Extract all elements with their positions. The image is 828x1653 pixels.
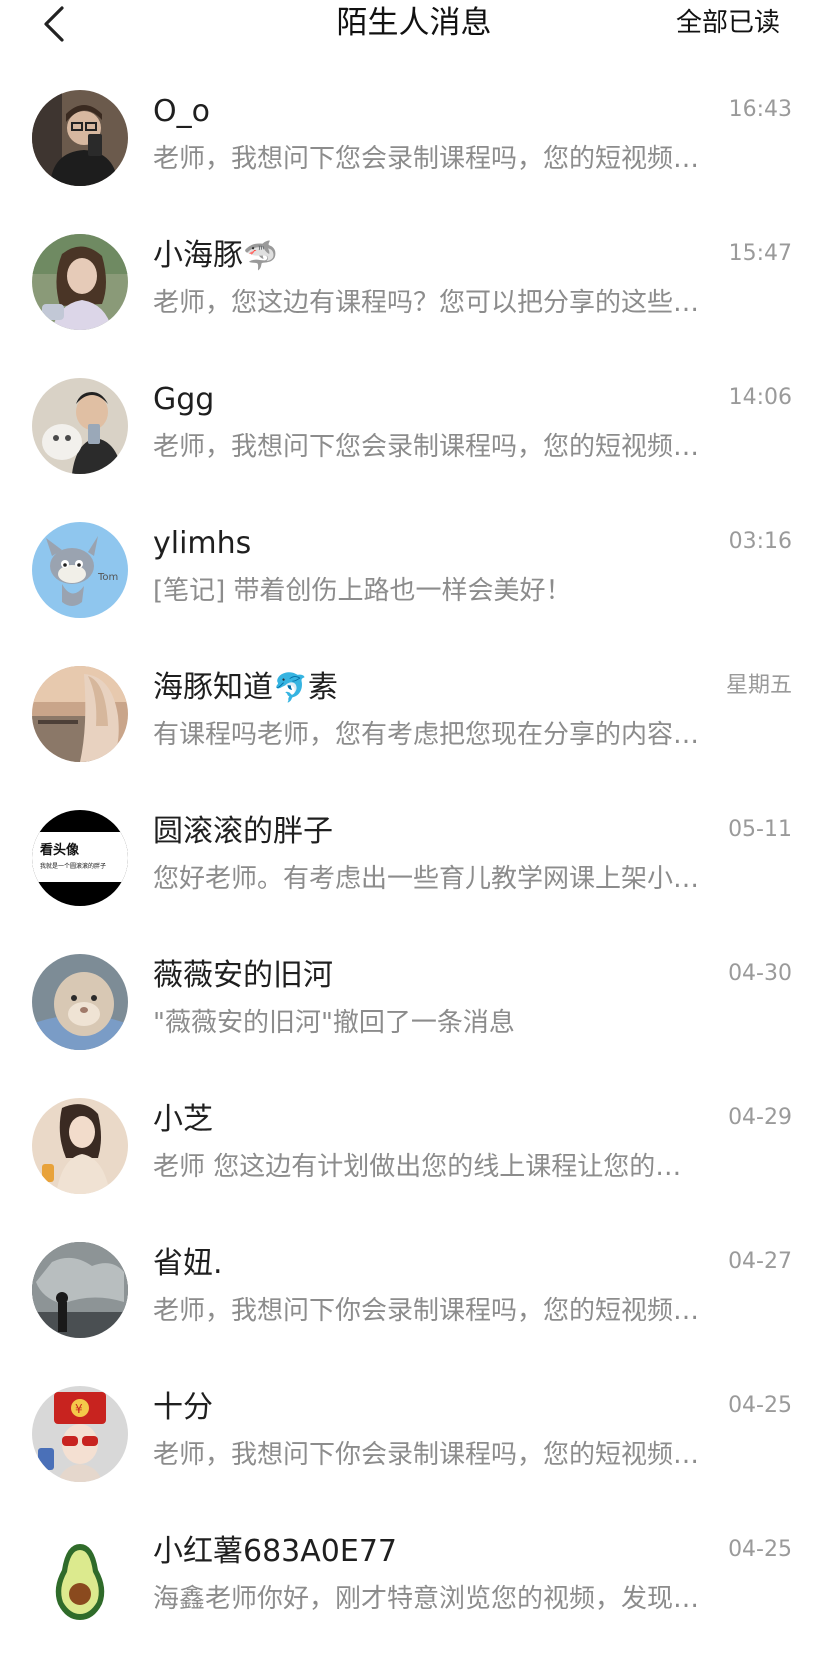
message-time: 16:43 <box>728 97 792 122</box>
message-time: 04-25 <box>728 1393 792 1418</box>
avatar <box>32 1098 128 1194</box>
message-preview: 有课程吗老师，您有考虑把您现在分享的内容… <box>153 720 700 750</box>
message-preview: 老师，我想问下您会录制课程吗，您的短视频… <box>153 144 700 174</box>
message-row-xiaohaitun[interactable]: 小海豚🦈 15:47 老师，您这边有课程吗？您可以把分享的这些… <box>0 213 828 357</box>
contact-name: Ggg <box>153 382 215 417</box>
contact-name-text: 海豚知道 <box>153 670 273 705</box>
message-preview: 老师，我想问下您会录制课程吗，您的短视频… <box>153 432 700 462</box>
message-row-yuangungun[interactable]: 看头像 我就是一个圆滚滚的胖子 圆滚滚的胖子 05-11 您好老师。有考虑出一些… <box>0 789 828 933</box>
message-row-shifen[interactable]: ¥ 十分 04-25 老师，我想问下你会录制课程吗，您的短视频… <box>0 1365 828 1509</box>
message-row-xiaohongshu-user[interactable]: 小红薯683A0E77 04-25 海鑫老师你好，刚才特意浏览您的视频，发现… <box>0 1509 828 1653</box>
contact-name-suffix: 素 <box>307 670 338 705</box>
shark-emoji-icon: 🦈 <box>243 239 278 272</box>
message-preview: 您好老师。有考虑出一些育儿教学网课上架小… <box>153 864 700 894</box>
message-time: 04-29 <box>728 1105 792 1130</box>
contact-name: 小海豚🦈 <box>153 237 278 275</box>
contact-name: 圆滚滚的胖子 <box>153 814 333 849</box>
message-time: 14:06 <box>728 385 792 410</box>
message-row-haitun-zhidao[interactable]: 海豚知道🐬素 星期五 有课程吗老师，您有考虑把您现在分享的内容… <box>0 645 828 789</box>
message-preview: 海鑫老师你好，刚才特意浏览您的视频，发现… <box>153 1584 700 1614</box>
contact-name: 小红薯683A0E77 <box>153 1534 397 1569</box>
message-time: 05-11 <box>728 817 792 842</box>
message-time: 15:47 <box>728 241 792 266</box>
message-row-ylimhs[interactable]: Tom ylimhs 03:16 [笔记] 带着创伤上路也一样会美好！ <box>0 501 828 645</box>
svg-text:Tom: Tom <box>97 572 118 583</box>
contact-name: 海豚知道🐬素 <box>153 669 338 707</box>
avatar: 看头像 我就是一个圆滚滚的胖子 <box>32 810 128 906</box>
contact-name: O_o <box>153 94 210 129</box>
mark-all-read-button[interactable]: 全部已读 <box>676 5 780 41</box>
message-preview: "薇薇安的旧河"撤回了一条消息 <box>153 1008 515 1038</box>
contact-name-text: 小海豚 <box>153 238 243 273</box>
avatar <box>32 90 128 186</box>
avatar <box>32 1530 128 1626</box>
message-time: 03:16 <box>728 529 792 554</box>
message-preview: [笔记] 带着创伤上路也一样会美好！ <box>153 576 572 606</box>
message-row-ggg[interactable]: Ggg 14:06 老师，我想问下您会录制课程吗，您的短视频… <box>0 357 828 501</box>
avatar <box>32 954 128 1050</box>
message-row-shengniu[interactable]: 省妞. 04-27 老师，我想问下你会录制课程吗，您的短视频… <box>0 1221 828 1365</box>
contact-name: 十分 <box>153 1390 213 1425</box>
avatar: Tom <box>32 522 128 618</box>
message-preview: 老师，我想问下你会录制课程吗，您的短视频… <box>153 1296 700 1326</box>
message-row-weiweian[interactable]: 薇薇安的旧河 04-30 "薇薇安的旧河"撤回了一条消息 <box>0 933 828 1077</box>
contact-name: 省妞. <box>153 1246 223 1281</box>
message-list: O_o 16:43 老师，我想问下您会录制课程吗，您的短视频… 小海豚🦈 15:… <box>0 69 828 1653</box>
avocado-icon <box>32 1530 128 1626</box>
avatar <box>32 666 128 762</box>
svg-text:¥: ¥ <box>75 1402 83 1416</box>
message-preview: 老师 您这边有计划做出您的线上课程让您的… <box>153 1152 682 1182</box>
message-row-o-o[interactable]: O_o 16:43 老师，我想问下您会录制课程吗，您的短视频… <box>0 69 828 213</box>
avatar <box>32 1242 128 1338</box>
dolphin-emoji-icon: 🐬 <box>273 671 308 704</box>
message-time: 星期五 <box>725 673 792 698</box>
avatar <box>32 234 128 330</box>
avatar: ¥ <box>32 1386 128 1482</box>
avatar-caption-1: 看头像 <box>40 842 80 858</box>
contact-name: 小芝 <box>153 1102 213 1137</box>
message-time: 04-30 <box>728 961 792 986</box>
message-time: 04-25 <box>728 1537 792 1562</box>
message-preview: 老师，您这边有课程吗？您可以把分享的这些… <box>153 288 700 318</box>
avatar-caption-2: 我就是一个圆滚滚的胖子 <box>40 862 106 870</box>
avatar <box>32 378 128 474</box>
message-time: 04-27 <box>728 1249 792 1274</box>
top-bar: 陌生人消息 全部已读 <box>0 0 828 48</box>
message-preview: 老师，我想问下你会录制课程吗，您的短视频… <box>153 1440 700 1470</box>
contact-name: 薇薇安的旧河 <box>153 958 333 993</box>
contact-name: ylimhs <box>153 526 252 561</box>
message-row-xiaozhi[interactable]: 小芝 04-29 老师 您这边有计划做出您的线上课程让您的… <box>0 1077 828 1221</box>
